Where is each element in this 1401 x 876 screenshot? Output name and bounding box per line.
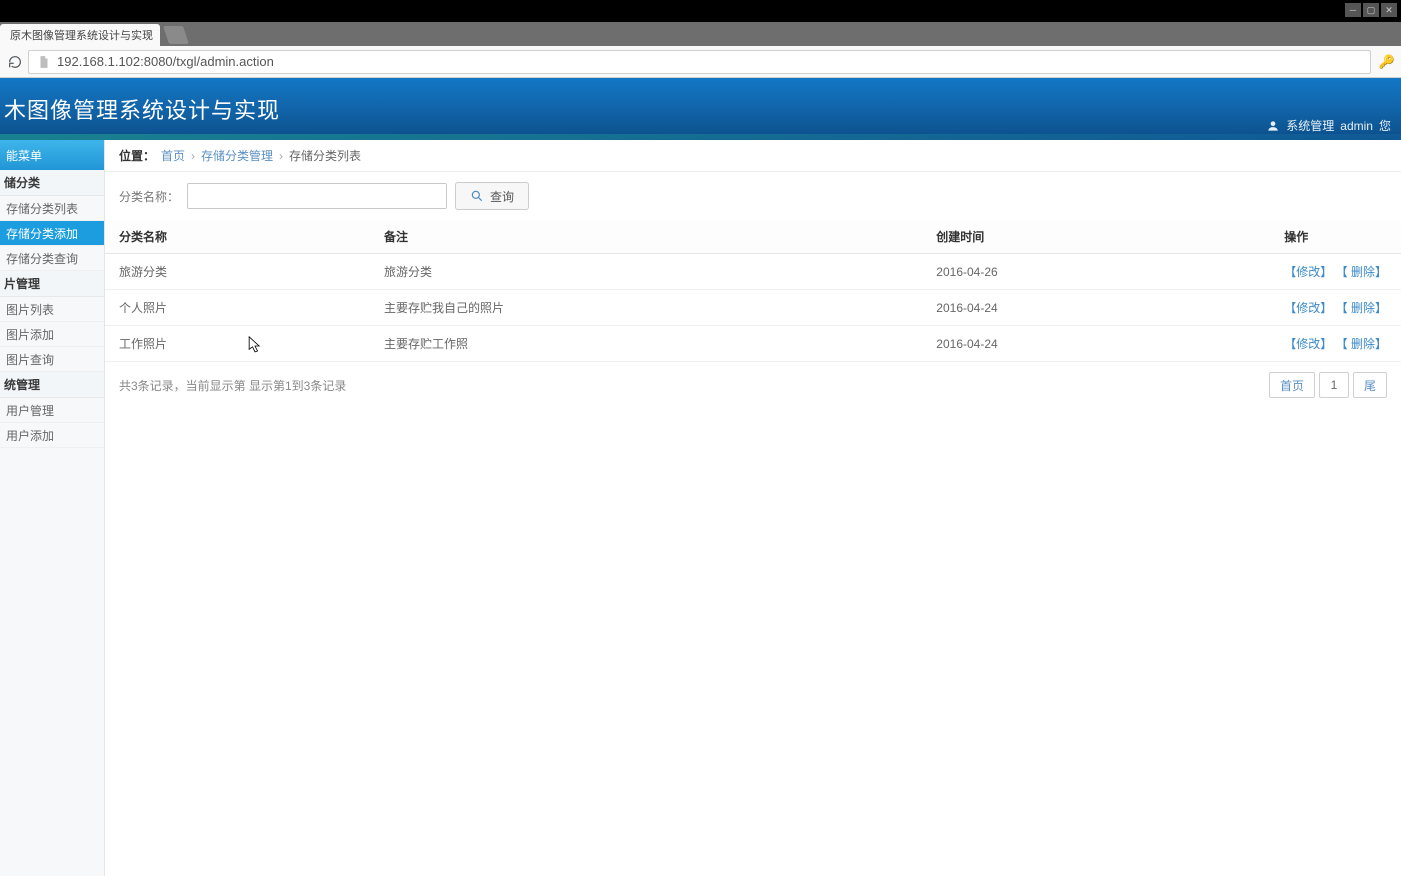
sidebar-item-user-manage[interactable]: 用户管理 bbox=[0, 398, 104, 423]
sidebar-heading: 能菜单 bbox=[0, 140, 104, 170]
app-title: 木图像管理系统设计与实现 bbox=[4, 93, 280, 125]
pagination: 共3条记录，当前显示第 显示第1到3条记录 首页 1 尾 bbox=[105, 362, 1401, 408]
key-icon[interactable]: 🔑 bbox=[1379, 54, 1395, 70]
search-icon bbox=[470, 189, 484, 203]
edit-link[interactable]: 【修改】 bbox=[1284, 265, 1332, 279]
content-area: 位置： 首页 › 存储分类管理 › 存储分类列表 分类名称： 查询 分类名称 备… bbox=[105, 140, 1401, 876]
pager-last-button[interactable]: 尾 bbox=[1353, 372, 1387, 398]
pager-info: 共3条记录，当前显示第 显示第1到3条记录 bbox=[119, 377, 346, 394]
sidebar-group-storage[interactable]: 储分类 bbox=[0, 170, 104, 196]
edit-link[interactable]: 【修改】 bbox=[1284, 301, 1332, 315]
app-header: 木图像管理系统设计与实现 系统管理 admin 您 bbox=[0, 78, 1401, 140]
table-row: 个人照片 主要存贮我自己的照片 2016-04-24 【修改】 【 删除】 bbox=[105, 290, 1401, 326]
cell-remark: 主要存贮工作照 bbox=[370, 326, 922, 362]
sidebar-group-image[interactable]: 片管理 bbox=[0, 271, 104, 297]
sidebar: 能菜单 储分类 存储分类列表 存储分类添加 存储分类查询 片管理 图片列表 图片… bbox=[0, 140, 105, 876]
tab-close-icon[interactable]: × bbox=[146, 28, 152, 40]
address-bar[interactable]: 192.168.1.102:8080/txgl/admin.action bbox=[28, 50, 1371, 74]
search-button[interactable]: 查询 bbox=[455, 182, 529, 210]
breadcrumb: 位置： 首页 › 存储分类管理 › 存储分类列表 bbox=[105, 140, 1401, 172]
browser-tab-title: 原木图像管理系统设计与实现 bbox=[10, 27, 153, 43]
reload-button[interactable] bbox=[6, 53, 24, 71]
th-action: 操作 bbox=[1270, 220, 1401, 254]
breadcrumb-current: 存储分类列表 bbox=[289, 147, 361, 164]
table-row: 旅游分类 旅游分类 2016-04-26 【修改】 【 删除】 bbox=[105, 254, 1401, 290]
user-name: admin bbox=[1340, 119, 1373, 133]
breadcrumb-section[interactable]: 存储分类管理 bbox=[201, 147, 273, 164]
delete-link[interactable]: 【 删除】 bbox=[1336, 301, 1387, 315]
sidebar-item-storage-query[interactable]: 存储分类查询 bbox=[0, 246, 104, 271]
user-suffix: 您 bbox=[1379, 117, 1391, 134]
window-maximize-button[interactable]: ▢ bbox=[1363, 3, 1379, 17]
sidebar-item-image-list[interactable]: 图片列表 bbox=[0, 297, 104, 322]
th-name: 分类名称 bbox=[105, 220, 370, 254]
search-label: 分类名称： bbox=[119, 188, 179, 205]
breadcrumb-label: 位置： bbox=[119, 147, 155, 164]
delete-link[interactable]: 【 删除】 bbox=[1336, 337, 1387, 351]
browser-tab[interactable]: 原木图像管理系统设计与实现 × bbox=[0, 24, 160, 46]
user-info: 系统管理 admin 您 bbox=[1266, 117, 1391, 134]
th-date: 创建时间 bbox=[922, 220, 1270, 254]
cell-remark: 旅游分类 bbox=[370, 254, 922, 290]
new-tab-button[interactable] bbox=[163, 26, 189, 44]
category-table: 分类名称 备注 创建时间 操作 旅游分类 旅游分类 2016-04-26 【修改… bbox=[105, 220, 1401, 362]
pager-first-button[interactable]: 首页 bbox=[1269, 372, 1315, 398]
cell-remark: 主要存贮我自己的照片 bbox=[370, 290, 922, 326]
browser-tab-strip: 原木图像管理系统设计与实现 × bbox=[0, 22, 1401, 46]
sidebar-item-image-add[interactable]: 图片添加 bbox=[0, 322, 104, 347]
search-bar: 分类名称： 查询 bbox=[105, 172, 1401, 220]
cell-date: 2016-04-24 bbox=[922, 290, 1270, 326]
sidebar-item-user-add[interactable]: 用户添加 bbox=[0, 423, 104, 448]
search-input[interactable] bbox=[187, 183, 447, 209]
pager-page-1[interactable]: 1 bbox=[1319, 372, 1349, 398]
sidebar-item-storage-list[interactable]: 存储分类列表 bbox=[0, 196, 104, 221]
th-remark: 备注 bbox=[370, 220, 922, 254]
url-text: 192.168.1.102:8080/txgl/admin.action bbox=[57, 54, 274, 69]
cell-name: 旅游分类 bbox=[105, 254, 370, 290]
sidebar-item-storage-add[interactable]: 存储分类添加 bbox=[0, 221, 104, 246]
table-row: 工作照片 主要存贮工作照 2016-04-24 【修改】 【 删除】 bbox=[105, 326, 1401, 362]
reload-icon bbox=[7, 54, 23, 70]
sidebar-item-image-query[interactable]: 图片查询 bbox=[0, 347, 104, 372]
window-minimize-button[interactable]: ─ bbox=[1345, 3, 1361, 17]
cell-date: 2016-04-26 bbox=[922, 254, 1270, 290]
window-titlebar: ─ ▢ ✕ bbox=[0, 0, 1401, 22]
cell-date: 2016-04-24 bbox=[922, 326, 1270, 362]
edit-link[interactable]: 【修改】 bbox=[1284, 337, 1332, 351]
window-close-button[interactable]: ✕ bbox=[1381, 3, 1397, 17]
user-icon bbox=[1266, 119, 1280, 133]
browser-toolbar: 192.168.1.102:8080/txgl/admin.action 🔑 bbox=[0, 46, 1401, 78]
sidebar-group-system[interactable]: 统管理 bbox=[0, 372, 104, 398]
user-role: 系统管理 bbox=[1286, 117, 1334, 134]
cell-name: 工作照片 bbox=[105, 326, 370, 362]
delete-link[interactable]: 【 删除】 bbox=[1336, 265, 1387, 279]
breadcrumb-home[interactable]: 首页 bbox=[161, 147, 185, 164]
search-button-label: 查询 bbox=[490, 188, 514, 205]
page-icon bbox=[37, 55, 51, 69]
cell-name: 个人照片 bbox=[105, 290, 370, 326]
